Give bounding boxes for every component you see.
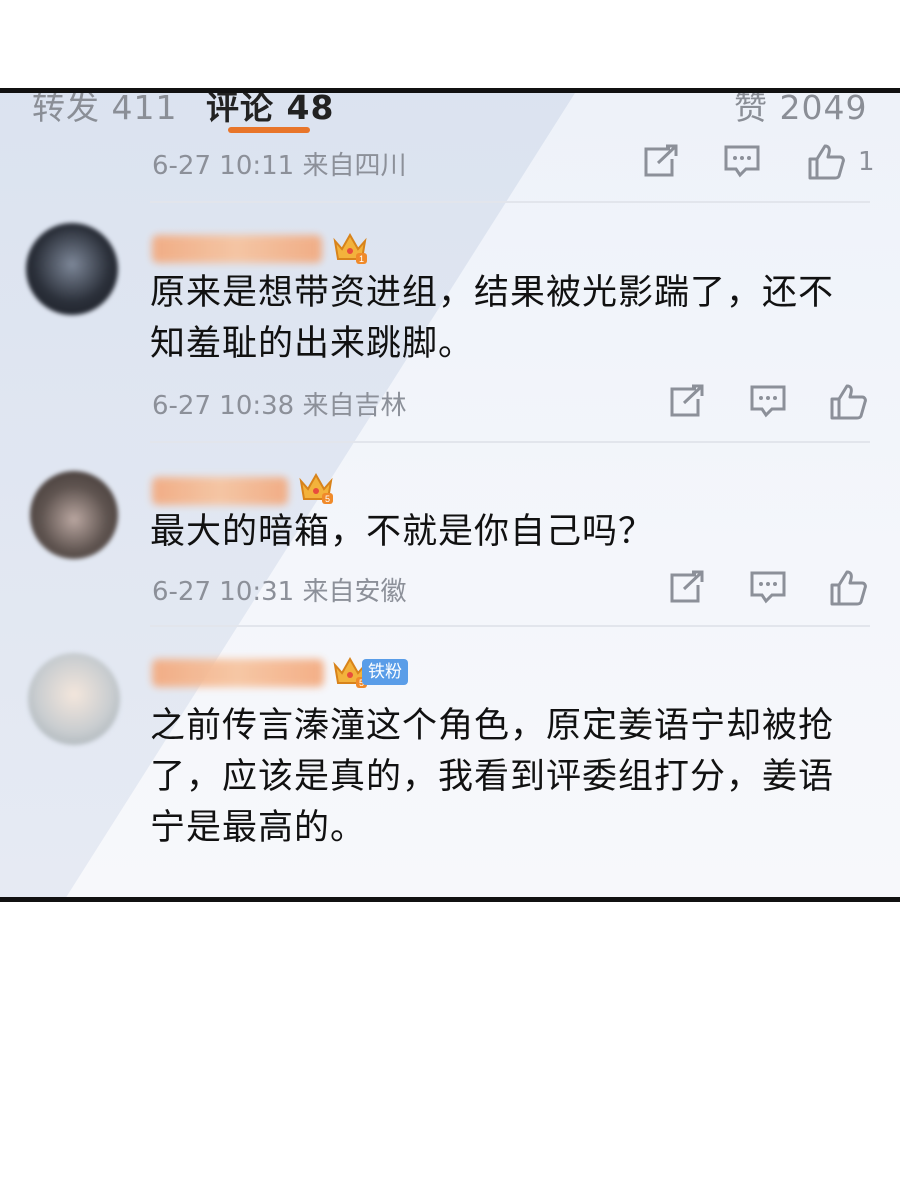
divider [150,201,870,203]
divider [150,625,870,627]
comment-text: 最大的暗箱，不就是你自己吗？ [150,512,655,552]
avatar[interactable] [28,653,120,745]
tab-comments[interactable]: 评论 48 [206,93,334,129]
comment-text: 原来是想带资进组，结果被光影踹了，还不知羞耻的出来跳脚。 [150,273,835,364]
comment-text: 之前传言溱潼这个角色，原定姜语宁却被抢了，应该是真的，我看到评委组打分，姜语宁是… [150,706,835,848]
thumbs-up-icon[interactable] [828,383,868,421]
thumbs-up-icon[interactable] [828,569,868,607]
comment-panel: 转发 411 评论 48 赞 2049 6-27 10:11 来自四川 1 1 … [0,88,900,902]
comment-meta: 6-27 10:31 来自安徽 [152,577,407,607]
divider [150,441,870,443]
fan-badge: 铁粉 [362,659,408,685]
comment-meta: 6-27 10:38 来自吉林 [152,391,407,421]
username-blurred[interactable] [152,477,288,505]
tab-likes[interactable]: 赞 2049 [734,93,867,129]
like-count: 1 [858,147,875,177]
comment-meta: 6-27 10:11 来自四川 [152,151,407,181]
username-blurred[interactable] [152,235,322,263]
tab-repost[interactable]: 转发 411 [32,93,177,129]
avatar[interactable] [26,223,118,315]
tab-bar: 转发 411 评论 48 赞 2049 [0,93,900,133]
active-tab-indicator [228,127,310,133]
level-number: 5 [325,494,330,504]
comment-icon[interactable] [748,383,788,419]
level-number: 1 [359,254,364,264]
username-blurred[interactable] [152,659,324,687]
avatar[interactable] [30,471,118,559]
comment-actions: 1 [640,143,880,183]
comment-actions [666,569,886,609]
share-icon[interactable] [666,569,706,605]
comment-icon[interactable] [722,143,762,179]
share-icon[interactable] [640,143,680,179]
crown-icon: 1 [333,232,367,264]
thumbs-up-icon[interactable] [806,143,846,181]
comment-icon[interactable] [748,569,788,605]
crown-icon: 5 [299,472,333,504]
comment-actions [666,383,886,423]
share-icon[interactable] [666,383,706,419]
